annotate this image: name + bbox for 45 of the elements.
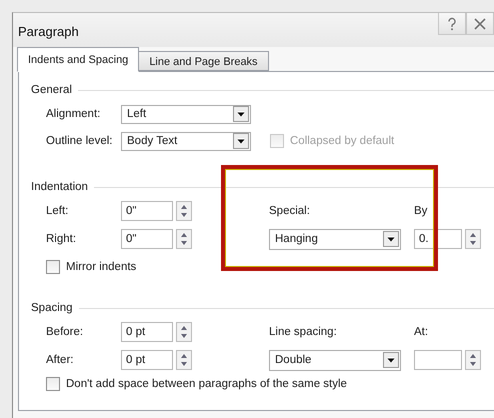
field-label: At:: [414, 326, 430, 338]
caret-icon: [233, 106, 249, 122]
caret-icon: [233, 133, 249, 149]
left-indent-field[interactable]: 0": [121, 201, 173, 221]
after-field[interactable]: 0 pt: [121, 350, 173, 370]
checkbox[interactable]: [46, 377, 60, 391]
tab[interactable]: Line and Page Breaks: [138, 51, 269, 71]
field-label: By: [414, 205, 428, 217]
checkbox[interactable]: [46, 260, 60, 274]
alignment-dropdown[interactable]: Left: [121, 104, 251, 124]
caret-icon: [383, 231, 399, 247]
by-field[interactable]: 0.: [414, 229, 462, 249]
field-label: Before:: [46, 326, 84, 338]
field-label: Left:: [46, 205, 70, 217]
section-heading: Spacing: [31, 302, 73, 314]
field-label: Outline level:: [46, 135, 114, 147]
field-label: Alignment:: [46, 108, 102, 120]
section-heading: General: [31, 84, 72, 96]
help-icon: [446, 16, 458, 30]
spinner-icon[interactable]: [176, 229, 192, 249]
checkbox-label: Mirror indents: [66, 261, 136, 273]
window-title: Paragraph: [18, 24, 79, 38]
spinner-icon[interactable]: [176, 201, 192, 221]
special-dropdown[interactable]: Hanging: [269, 228, 401, 250]
before-field[interactable]: 0 pt: [121, 322, 173, 342]
line-spacing-dropdown[interactable]: Double: [269, 350, 401, 370]
field-label: Special:: [269, 205, 311, 217]
field-label: Line spacing:: [269, 326, 338, 338]
section-heading: Indentation: [31, 181, 88, 193]
caret-icon: [383, 352, 399, 368]
field-label: Right:: [46, 233, 78, 245]
spinner-icon[interactable]: [465, 350, 481, 370]
outline-level-dropdown[interactable]: Body Text: [121, 132, 251, 150]
spinner-icon[interactable]: [176, 322, 192, 342]
at-field[interactable]: [414, 350, 462, 370]
close-icon: [474, 18, 486, 30]
checkbox-label: Don't add space between paragraphs of the same style: [66, 378, 347, 390]
right-indent-field[interactable]: 0": [121, 229, 173, 249]
help-button[interactable]: [438, 13, 466, 35]
tab[interactable]: Indents and Spacing: [17, 47, 140, 72]
checkbox-label: Collapsed by default: [290, 135, 394, 147]
field-label: After:: [46, 354, 74, 366]
close-button[interactable]: [466, 13, 494, 35]
spinner-icon[interactable]: [176, 350, 192, 370]
spinner-icon[interactable]: [465, 229, 481, 249]
